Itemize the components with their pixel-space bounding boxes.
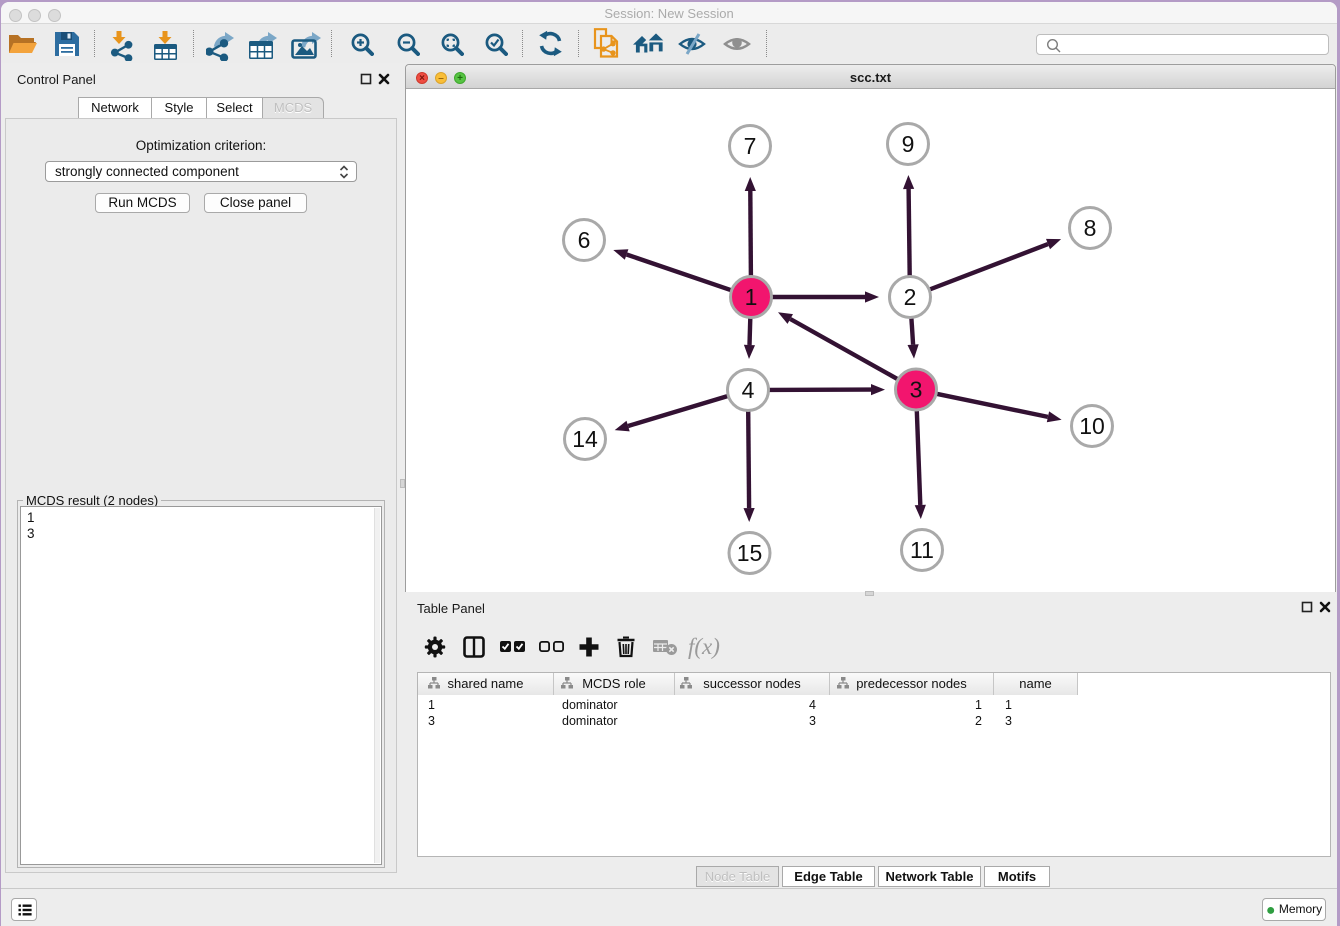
svg-text:11: 11 — [910, 537, 934, 563]
svg-text:4: 4 — [742, 377, 755, 403]
svg-text:3: 3 — [910, 377, 923, 403]
svg-text:14: 14 — [572, 426, 598, 452]
svg-text:6: 6 — [578, 227, 591, 253]
svg-text:10: 10 — [1079, 413, 1105, 439]
svg-text:2: 2 — [904, 284, 917, 310]
svg-text:1: 1 — [745, 284, 758, 310]
svg-text:15: 15 — [737, 540, 763, 566]
svg-text:8: 8 — [1084, 215, 1097, 241]
svg-text:9: 9 — [902, 131, 915, 157]
svg-text:7: 7 — [744, 133, 757, 159]
